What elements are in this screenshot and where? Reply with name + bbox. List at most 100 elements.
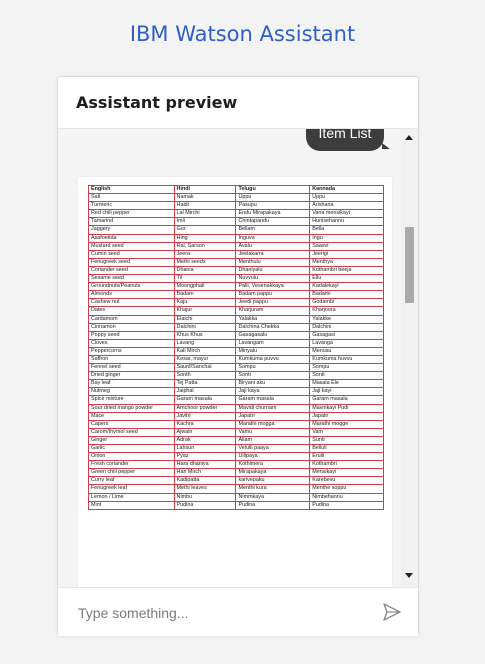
table-cell: Gur xyxy=(173,225,237,235)
table-cell: Sunti xyxy=(309,435,384,446)
table-cell: Kachra xyxy=(173,419,237,429)
table-cell: Fenugreek seed xyxy=(88,257,175,267)
table-cell: Jaji kayi xyxy=(309,387,384,397)
table-row: Saffron Kesar, mayur Kumkuma puvvu Kumkuma … xyxy=(88,354,384,365)
table-row: Cloves Lavang Lavangam Lavanga xyxy=(88,338,384,348)
table-cell: Pudina xyxy=(309,500,384,510)
table-cell: Bella xyxy=(309,225,384,235)
assistant-preview-panel: Assistant preview Item List English Hind… xyxy=(57,76,419,636)
table-cell: Saasvi xyxy=(309,241,384,251)
table-cell: Red chili pepper xyxy=(88,209,175,219)
table-cell: Khus Khus xyxy=(173,330,237,340)
table-cell: Kothimera xyxy=(235,460,311,470)
table-cell: Cashew nut xyxy=(88,298,175,308)
table-cell: Turmeric xyxy=(88,201,175,211)
table-cell: Nimbu xyxy=(173,492,237,502)
table-cell: Hari Mirch xyxy=(173,468,237,478)
table-row: Peppercorns Kali Mirch Miriyalu Menusu xyxy=(88,346,384,356)
table-cell: Sonth xyxy=(173,371,237,381)
table-cell: Fenugreek leaf xyxy=(88,484,175,494)
table-row: Carom/thymol seed Ajwain Vamu Vam xyxy=(88,427,384,437)
table-cell: Kothambri beeja xyxy=(309,265,384,276)
table-cell: Jeerigi xyxy=(309,249,384,259)
table-cell: Peppercorns xyxy=(88,346,175,356)
table-cell: Mace xyxy=(88,411,175,421)
table-cell: Yalakke xyxy=(309,314,384,324)
table-cell: Namak xyxy=(173,193,237,203)
table-cell: Erulli xyxy=(309,452,384,462)
table-cell: Mint xyxy=(88,500,175,510)
table-cell: Arishana xyxy=(309,201,384,211)
table-cell: Lemon / Lime xyxy=(88,492,175,502)
table-cell: Methi seeds xyxy=(173,257,237,267)
table-row: Fresh coriander Hara dhaniya Kothimera Koth… xyxy=(88,460,384,470)
table-cell: Curry leaf xyxy=(88,476,175,486)
table-row: Cinnamon Dalchini Dalchina Chekka Dalchini xyxy=(88,322,384,332)
table-cell: Sonti xyxy=(235,371,311,381)
table-cell: Groundnuts/Peanuts xyxy=(88,282,175,292)
table-cell: Amchoor powder xyxy=(173,403,237,413)
table-cell: Menthulu xyxy=(235,257,311,267)
table-cell: Adrak xyxy=(173,435,237,446)
table-row: Asafoetida Hing Inguva Ingu xyxy=(88,233,384,243)
table-cell: Fennel seed xyxy=(88,363,175,373)
table-cell: Kothambri xyxy=(309,460,384,470)
table-row: Onion Pyaz Ullipaya Erulli xyxy=(88,452,384,462)
table-cell: Vamu xyxy=(235,427,311,437)
table-row: Tamarind Imli Chintapandu Hunisehannu xyxy=(88,217,384,227)
table-cell: Sompu xyxy=(309,363,384,373)
table-cell: Garam masala xyxy=(173,395,237,405)
chat-scrollbar[interactable] xyxy=(401,129,418,587)
table-row: Fennel seed Saunf/Sanchal Sompu Sompu xyxy=(88,363,384,373)
table-cell: Mensikayi xyxy=(309,468,384,478)
chat-area[interactable]: Item List English Hindi Telugu Kannada S… xyxy=(58,129,418,587)
table-cell: Pudina xyxy=(235,500,311,510)
table-cell: Dhaniyalu xyxy=(235,265,311,276)
table-body: Salt Namak Uppu Uppu Turmeric Haldi Pasupu Aris… xyxy=(88,193,384,510)
table-cell: Hunisehannu xyxy=(309,217,384,227)
table-cell: Pudina xyxy=(173,500,237,510)
table-cell: Jeedi pappu xyxy=(235,298,311,308)
send-icon[interactable] xyxy=(382,602,402,622)
table-cell: Dalchina Chekka xyxy=(235,322,311,332)
table-cell: Sour dried mango powder xyxy=(88,403,175,413)
table-cell: Masala Ele xyxy=(309,379,384,389)
table-cell: karivepaku xyxy=(235,476,311,486)
table-cell: Ginger xyxy=(88,435,175,446)
table-cell: Haldi xyxy=(173,201,237,211)
table-cell: Uppu xyxy=(309,193,384,203)
scroll-up-icon[interactable] xyxy=(405,135,413,140)
table-cell: Sonti xyxy=(309,371,384,381)
table-cell: Endu Mirapakaya xyxy=(235,209,311,219)
scroll-down-icon[interactable] xyxy=(405,573,413,578)
table-row: Almonds Badam Badam pappu Badami xyxy=(88,290,384,300)
table-cell: Poppy seed xyxy=(88,330,175,340)
message-input[interactable] xyxy=(76,602,360,624)
table-row: Fenugreek leaf Methi leaves Menthi kura Men… xyxy=(88,484,384,494)
table-cell: Capers xyxy=(88,419,175,429)
table-row: Poppy seed Khus Khus Gasagasalu Gasagasi xyxy=(88,330,384,340)
table-cell: Sompu xyxy=(235,363,311,373)
table-header-row: English Hindi Telugu Kannada xyxy=(88,184,384,195)
table-cell: Ellu xyxy=(309,274,384,284)
table-cell: Jeelakarra xyxy=(235,249,311,259)
table-row: Cumin seed Jeera Jeelakarra Jeerigi xyxy=(88,249,384,259)
table-cell: Kadipatta xyxy=(173,476,237,486)
table-cell: Nimmkaya xyxy=(235,492,311,502)
scroll-thumb[interactable] xyxy=(405,227,414,303)
table-header-cell: Telugu xyxy=(235,184,311,195)
table-header-cell: Kannada xyxy=(309,184,384,195)
table-row: Sour dried mango powder Amchoor powder Mav… xyxy=(88,403,384,413)
table-cell: Japatri xyxy=(235,411,311,421)
table-cell: Mavidi churnam xyxy=(235,403,311,413)
table-row: Dates Khajur Kharjuram Kharjoora xyxy=(88,306,384,316)
table-cell: Elaichi xyxy=(173,314,237,324)
table-cell: Vana mensikayi xyxy=(309,209,384,219)
table-cell: Chintapandu xyxy=(235,217,311,227)
message-input-bar xyxy=(58,587,418,636)
table-cell: Allam xyxy=(235,435,311,446)
table-cell: Karebevu xyxy=(309,476,384,486)
table-cell: Almonds xyxy=(88,290,175,300)
table-cell: Ajwain xyxy=(173,427,237,437)
table-cell: Marathi mogga xyxy=(235,419,311,429)
